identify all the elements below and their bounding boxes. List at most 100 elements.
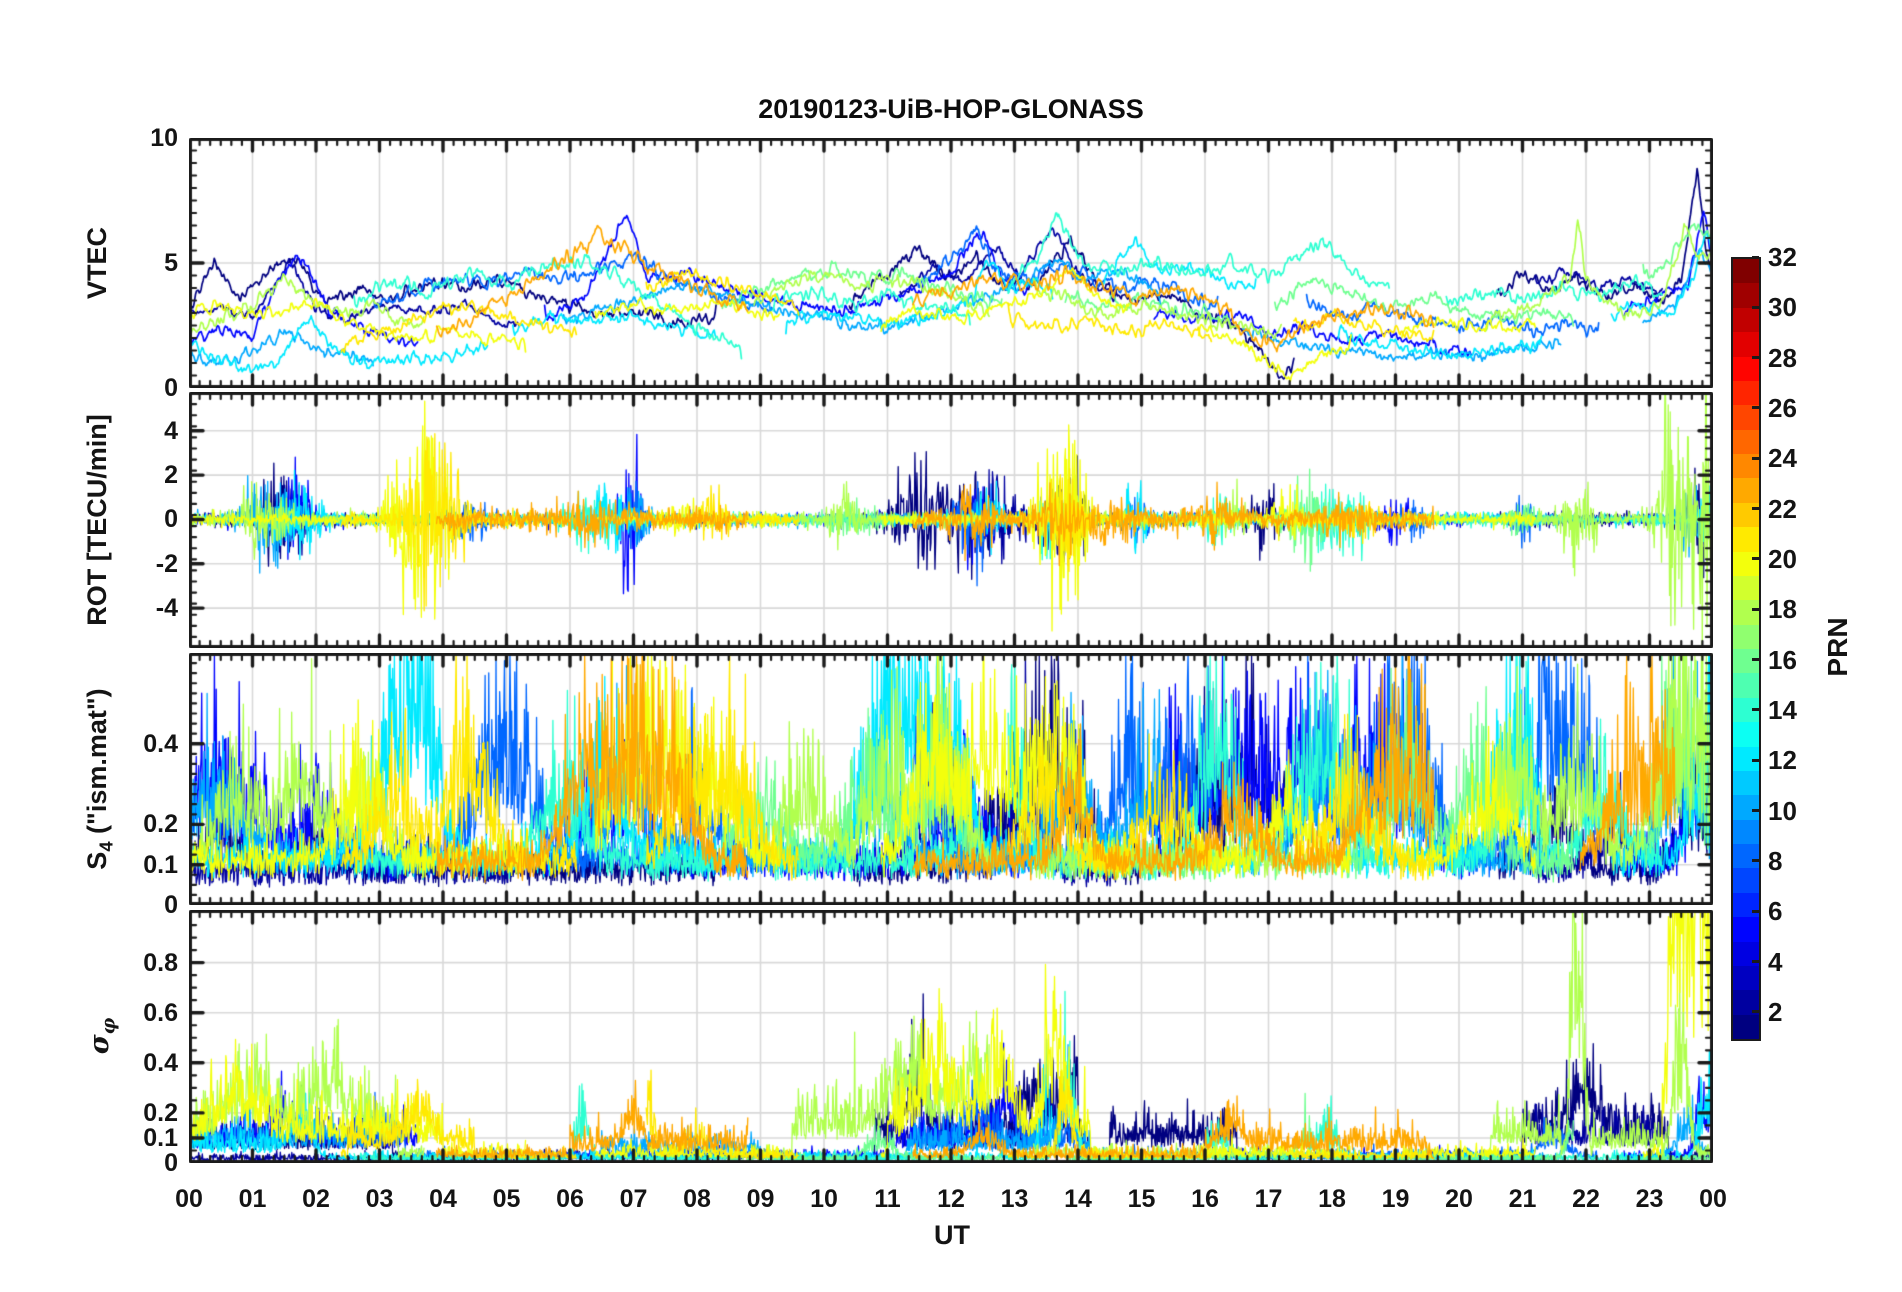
x-tick-label: 07 (619, 1185, 648, 1213)
colorbar-tick-label: 14 (1768, 694, 1797, 725)
colorbar-tick-label: 30 (1768, 292, 1797, 323)
colorbar-tick (1752, 557, 1759, 561)
y-tick-label: 10 (150, 124, 178, 152)
x-tick-label: 04 (429, 1185, 457, 1213)
y-tick-label: 0.2 (143, 810, 178, 839)
colorbar-tick-label: 12 (1768, 745, 1797, 776)
colorbar-tick-label: 20 (1768, 543, 1797, 574)
chart-panel-s4 (189, 653, 1713, 905)
x-tick-label: 17 (1254, 1185, 1283, 1213)
colorbar-block (1733, 673, 1759, 698)
colorbar-tick (1752, 859, 1759, 863)
colorbar-tick (1752, 507, 1759, 511)
colorbar-tick (1752, 255, 1759, 259)
colorbar-block (1733, 575, 1759, 601)
colorbar-tick-label: 22 (1768, 493, 1797, 524)
colorbar-block (1733, 795, 1759, 820)
colorbar-block (1733, 917, 1759, 942)
chart-panel-vtec (189, 138, 1713, 388)
colorbar-block (1733, 722, 1759, 747)
x-tick-label: 14 (1064, 1185, 1092, 1213)
colorbar-tick (1752, 356, 1759, 360)
colorbar-block (1733, 332, 1759, 357)
x-tick-label: 06 (556, 1185, 584, 1213)
colorbar-block (1733, 478, 1759, 503)
x-tick-label: 21 (1508, 1185, 1537, 1213)
colorbar-tick (1752, 456, 1759, 460)
x-tick-label: 08 (683, 1185, 711, 1213)
colorbar-block (1733, 1014, 1759, 1039)
x-tick-label: 13 (1000, 1185, 1029, 1213)
colorbar-block (1733, 551, 1759, 576)
x-tick-label: 00 (175, 1185, 203, 1213)
y-tick-label: 0.4 (143, 1048, 178, 1077)
colorbar (1731, 257, 1761, 1041)
colorbar-block (1733, 527, 1759, 552)
colorbar-block (1733, 600, 1759, 625)
x-tick-label: 19 (1381, 1185, 1410, 1213)
colorbar-block (1733, 770, 1759, 796)
colorbar-block (1733, 259, 1759, 284)
x-tick-label: 03 (365, 1185, 394, 1213)
colorbar-block (1733, 965, 1759, 991)
colorbar-tick (1752, 607, 1759, 611)
colorbar-tick-label: 10 (1768, 795, 1797, 826)
y-tick-label: 0.1 (143, 850, 178, 879)
colorbar-tick-label: 6 (1768, 896, 1783, 927)
y-tick-label: -2 (155, 549, 178, 578)
colorbar-block (1733, 819, 1759, 844)
x-axis-label: UT (934, 1220, 970, 1250)
x-tick-label: 00 (1699, 1185, 1727, 1213)
y-tick-label: 0.8 (143, 948, 178, 977)
y-tick-label: 0.6 (143, 998, 178, 1027)
colorbar-block (1733, 380, 1759, 406)
colorbar-block (1733, 429, 1759, 454)
colorbar-block (1733, 844, 1759, 869)
colorbar-block (1733, 283, 1759, 308)
y-tick-label: 0 (164, 505, 178, 534)
x-tick-label: 16 (1191, 1185, 1219, 1213)
chart-panel-sigma-phi (189, 910, 1713, 1163)
x-tick-label: 23 (1635, 1185, 1664, 1213)
colorbar-block (1733, 649, 1759, 674)
x-tick-label: 20 (1445, 1185, 1473, 1213)
colorbar-tick-label: 24 (1768, 443, 1797, 474)
colorbar-tick-label: 2 (1768, 996, 1783, 1027)
y-tick-label: -4 (155, 594, 178, 623)
x-tick-label: 18 (1318, 1185, 1346, 1213)
colorbar-tick-label: 16 (1768, 644, 1797, 675)
colorbar-tick-label: 8 (1768, 845, 1783, 876)
x-tick-label: 10 (810, 1185, 838, 1213)
y-tick-label: 0 (164, 891, 178, 919)
x-tick-label: 05 (492, 1185, 521, 1213)
colorbar-tick (1752, 909, 1759, 913)
colorbar-tick-label: 28 (1768, 342, 1797, 373)
figure: 20190123-UiB-HOP-GLONASS VTEC ROT [TECU/… (0, 0, 1902, 1292)
colorbar-tick (1752, 758, 1759, 762)
colorbar-tick (1752, 960, 1759, 964)
y-tick-label: 5 (164, 249, 178, 277)
y-tick-label: 2 (164, 461, 178, 490)
colorbar-block (1733, 868, 1759, 893)
y-tick-label: 0.4 (143, 729, 178, 758)
colorbar-tick (1752, 658, 1759, 662)
x-tick-label: 02 (302, 1185, 330, 1213)
colorbar-tick-label: 18 (1768, 594, 1797, 625)
y-tick-label: 0.2 (143, 1098, 178, 1127)
colorbar-tick (1752, 708, 1759, 712)
x-tick-label: 15 (1127, 1185, 1156, 1213)
x-tick-label: 11 (874, 1185, 901, 1213)
chart-title: 20190123-UiB-HOP-GLONASS (758, 94, 1144, 124)
x-tick-label: 01 (238, 1185, 267, 1213)
x-tick-label: 09 (746, 1185, 775, 1213)
colorbar-tick (1752, 305, 1759, 309)
colorbar-block (1733, 356, 1759, 381)
colorbar-tick (1752, 809, 1759, 813)
x-tick-label: 22 (1572, 1185, 1600, 1213)
y-tick-label: 4 (164, 416, 178, 445)
colorbar-tick (1752, 1010, 1759, 1014)
x-tick-label: 12 (937, 1185, 965, 1213)
chart-panel-rot (189, 392, 1713, 648)
colorbar-block (1733, 624, 1759, 649)
colorbar-tick (1752, 406, 1759, 410)
